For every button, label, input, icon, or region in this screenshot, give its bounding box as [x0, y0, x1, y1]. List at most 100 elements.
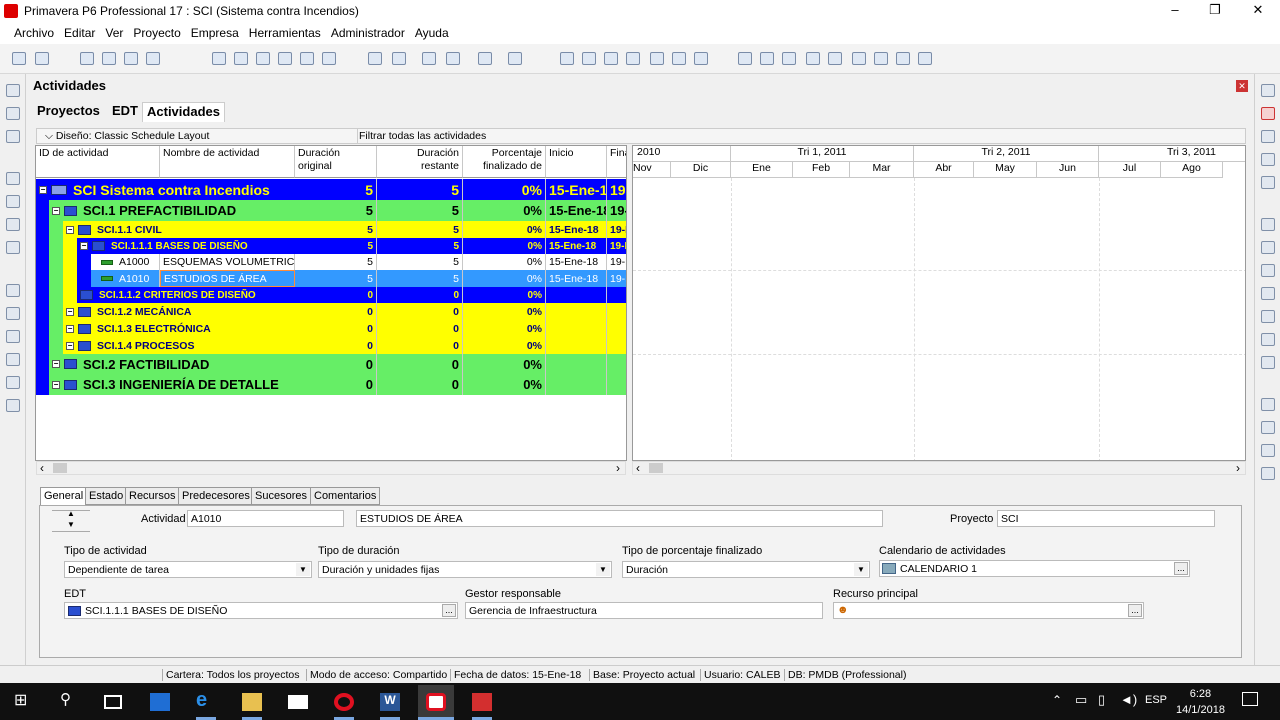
document-nav-icon[interactable] [6, 353, 20, 366]
finish-cell[interactable] [607, 303, 626, 320]
zoom-in-icon[interactable] [738, 52, 752, 65]
start-cell[interactable]: 15-Ene-18 [546, 200, 607, 221]
table-row[interactable]: − SCI.2 FACTIBILIDAD 0 0 0% [36, 354, 626, 374]
duration-remaining-cell[interactable]: 0 [377, 354, 463, 374]
network-icon[interactable]: ▭ [1075, 692, 1087, 708]
percent-complete-cell[interactable]: 0% [463, 221, 546, 238]
calendar-field[interactable]: CALENDARIO 1... [879, 560, 1190, 577]
start-cell[interactable]: 15-Ene-18 [546, 179, 607, 200]
calculator-nav-icon[interactable] [6, 376, 20, 389]
folder-nav-icon[interactable] [6, 172, 20, 185]
tab-actividades[interactable]: Actividades [142, 102, 225, 122]
group-sort-icon[interactable] [368, 52, 382, 65]
scroll-right-icon[interactable]: › [616, 461, 620, 475]
assign-role-icon[interactable] [1261, 241, 1275, 254]
duration-original-cell[interactable]: 5 [295, 238, 377, 254]
resource-field[interactable]: ☻... [833, 602, 1144, 619]
scroll-thumb[interactable] [649, 463, 663, 473]
group-nav-icon[interactable] [6, 307, 20, 320]
scroll-thumb[interactable] [53, 463, 67, 473]
finish-cell[interactable] [607, 287, 626, 303]
duration-remaining-cell[interactable]: 5 [377, 179, 463, 200]
store-icon[interactable] [150, 693, 170, 711]
duration-original-cell[interactable]: 0 [295, 303, 377, 320]
table-row[interactable]: − SCI.1.2 MECÁNICA 0 0 0% [36, 303, 626, 320]
percent-complete-cell[interactable]: 0% [463, 337, 546, 354]
task-view-icon[interactable] [104, 695, 122, 709]
start-cell[interactable] [546, 337, 607, 354]
gantt-icon[interactable] [256, 52, 270, 65]
move-up-icon[interactable] [1261, 398, 1275, 411]
table-row[interactable]: A1010 ESTUDIOS DE ÁREA 5 5 0% 15-Ene-18 19-E [36, 270, 626, 287]
bars-icon[interactable] [102, 52, 116, 65]
activities-nav-icon[interactable] [6, 130, 20, 143]
finish-cell[interactable] [607, 354, 626, 374]
duration-original-cell[interactable]: 5 [295, 221, 377, 238]
tab-proyectos[interactable]: Proyectos [33, 102, 104, 122]
move-left-icon[interactable] [1261, 444, 1275, 457]
options-icon[interactable] [896, 52, 910, 65]
chevron-up-icon[interactable]: ⌃ [1052, 693, 1062, 707]
percent-complete-cell[interactable]: 0% [463, 374, 546, 395]
duration-remaining-cell[interactable]: 0 [377, 374, 463, 395]
move-right-icon[interactable] [1261, 467, 1275, 480]
finish-cell[interactable]: 19-E [607, 179, 626, 200]
wbs-field[interactable]: SCI.1.1.1 BASES DE DISEÑO... [64, 602, 458, 619]
table-row[interactable]: − SCI.1.4 PROCESOS 0 0 0% [36, 337, 626, 354]
tab-comentarios[interactable]: Comentarios [310, 487, 381, 505]
ellipsis-icon[interactable]: ... [1174, 562, 1188, 575]
columns-icon[interactable] [80, 52, 94, 65]
table-row[interactable]: − SCI.3 INGENIERÍA DE DETALLE 0 0 0% [36, 374, 626, 395]
collapse-toggle-icon[interactable]: − [66, 341, 74, 350]
gantt-hscrollbar[interactable]: ‹ › [632, 461, 1246, 475]
start-cell[interactable] [546, 287, 607, 303]
ellipsis-icon[interactable]: ... [442, 604, 456, 617]
search-icon[interactable]: ⚲ [60, 690, 80, 708]
wbs-name-cell[interactable]: − SCI.3 INGENIERÍA DE DETALLE [49, 374, 295, 395]
assign-resource-icon[interactable] [1261, 218, 1275, 231]
col-duration-remaining[interactable]: Duración restante [377, 146, 463, 178]
zoom-out-icon[interactable] [760, 52, 774, 65]
users-nav-icon[interactable] [6, 330, 20, 343]
collapse-toggle-icon[interactable]: − [66, 307, 74, 316]
collapse-toggle-icon[interactable]: − [52, 380, 60, 389]
percent-complete-cell[interactable]: 0% [463, 303, 546, 320]
scroll-right-icon[interactable]: › [1236, 461, 1240, 475]
finish-cell[interactable] [607, 374, 626, 395]
table-row[interactable]: SCI.1.1.2 CRITERIOS DE DISEÑO 0 0 0% [36, 287, 626, 303]
wbs-name-cell[interactable]: − SCI.2 FACTIBILIDAD [49, 354, 295, 374]
duration-original-cell[interactable]: 0 [295, 320, 377, 337]
projects-nav-icon[interactable] [6, 84, 20, 97]
menu-ver[interactable]: Ver [105, 26, 123, 40]
table-row[interactable]: − SCI Sistema contra Incendios 5 5 0% 15-Ene-… [36, 179, 626, 200]
percent-complete-cell[interactable]: 0% [463, 320, 546, 337]
collapse-toggle-icon[interactable]: − [66, 324, 74, 333]
menu-editar[interactable]: Editar [64, 26, 95, 40]
activity-name-cell[interactable]: ESQUEMAS VOLUMETRICOS [160, 254, 295, 270]
table-row[interactable]: − SCI.1.1 CIVIL 5 5 0% 15-Ene-18 19-E [36, 221, 626, 238]
duration-remaining-cell[interactable]: 5 [377, 200, 463, 221]
project-field[interactable]: SCI [997, 510, 1215, 527]
activity-id-cell[interactable]: A1010 [91, 270, 160, 287]
resource-icon[interactable] [322, 52, 336, 65]
minimize-button[interactable]: – [1160, 2, 1190, 20]
duration-original-cell[interactable]: 0 [295, 287, 377, 303]
collapse-toggle-icon[interactable]: − [52, 360, 60, 368]
manager-field[interactable]: Gerencia de Infraestructura [465, 602, 823, 619]
wbs-name-cell[interactable]: − SCI.1 PREFACTIBILIDAD [49, 200, 295, 221]
filter-icon[interactable] [422, 52, 436, 65]
duration-type-select[interactable]: Duración y unidades fijas ▼ [318, 561, 612, 578]
start-cell[interactable]: 15-Ene-18 [546, 254, 607, 270]
percent-complete-cell[interactable]: 0% [463, 238, 546, 254]
volume-icon[interactable]: ◄) [1120, 692, 1137, 707]
details-icon[interactable] [300, 52, 314, 65]
activity-id-field[interactable]: A1010 [187, 510, 344, 527]
trace-logic-icon[interactable] [146, 52, 160, 65]
start-cell[interactable] [546, 374, 607, 395]
duration-remaining-cell[interactable]: 5 [377, 254, 463, 270]
col-duration-original[interactable]: Duración original [295, 146, 377, 178]
menu-administrador[interactable]: Administrador [331, 26, 405, 40]
scroll-left-icon[interactable]: ‹ [40, 461, 44, 475]
tab-general[interactable]: General [40, 487, 88, 505]
duration-original-cell[interactable]: 5 [295, 270, 377, 287]
